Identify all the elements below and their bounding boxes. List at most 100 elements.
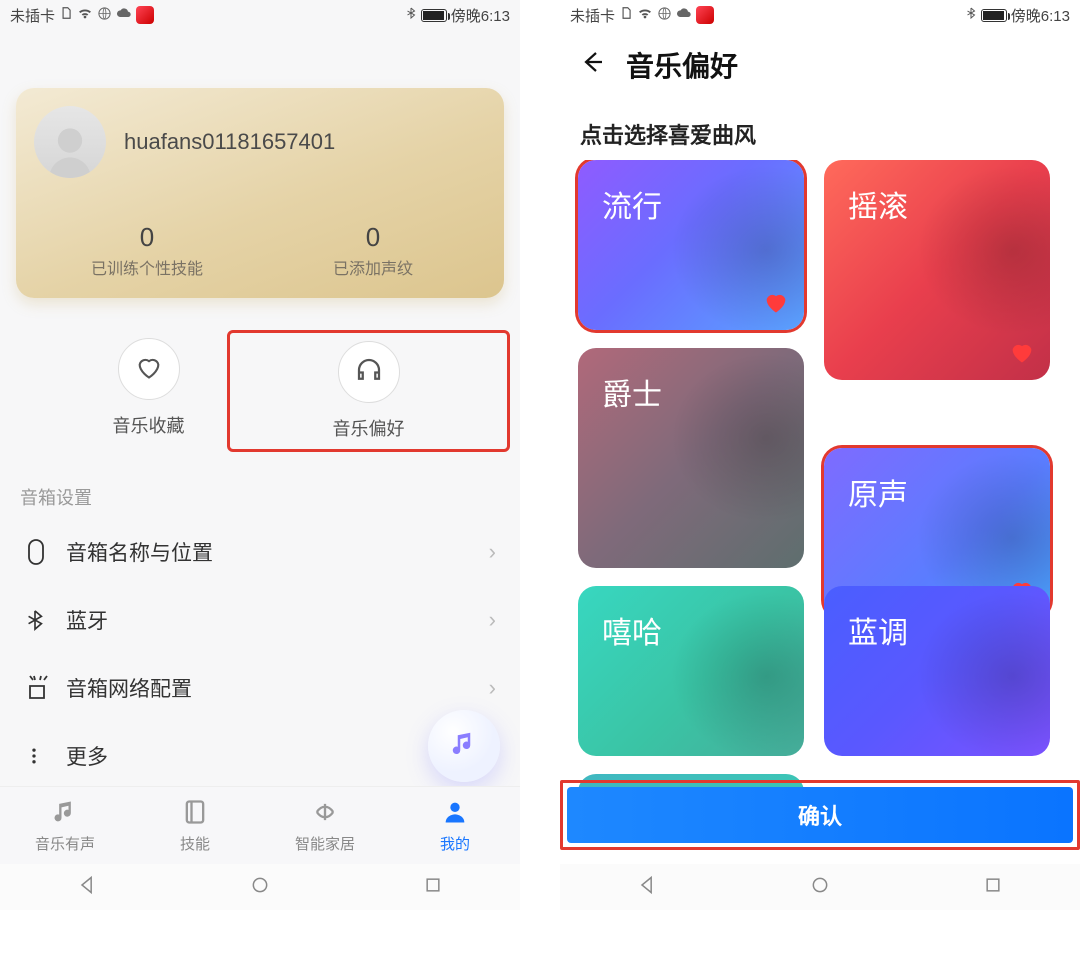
confirm-label: 确认 (798, 799, 842, 831)
chevron-right-icon: › (489, 675, 496, 701)
smart-home-icon (311, 798, 339, 830)
stat-label: 已添加声纹 (260, 255, 486, 279)
wifi-icon (77, 5, 93, 25)
book-icon (181, 798, 209, 830)
heart-filled-icon (762, 288, 790, 316)
genre-label: 原声 (848, 479, 908, 512)
cloud-icon (116, 5, 132, 25)
status-time-text: 傍晚6:13 (1011, 5, 1070, 26)
genre-grid: 流行 摇滚 爵士 原声 嘻哈 蓝调 (560, 160, 1080, 790)
username-text: huafans01181657401 (124, 129, 335, 155)
globe-icon (657, 6, 672, 25)
huawei-badge-icon (136, 6, 154, 24)
nav-home-icon[interactable] (810, 875, 830, 900)
tab-music[interactable]: 音乐有声 (0, 787, 130, 864)
confirm-button-highlight-frame: 确认 (560, 780, 1080, 850)
status-bar: 未插卡 傍晚6:13 (560, 0, 1080, 30)
genre-decoration (654, 348, 804, 538)
sim-icon (619, 6, 633, 24)
wifi-icon (637, 5, 653, 25)
round-action-label: 音乐收藏 (113, 412, 185, 438)
subtitle-text: 点击选择喜爱曲风 (560, 100, 1080, 160)
genre-label: 摇滚 (848, 191, 908, 224)
settings-label: 音箱网络配置 (66, 673, 192, 703)
settings-item-bluetooth[interactable]: 蓝牙 › (0, 586, 520, 654)
back-button[interactable] (580, 50, 604, 81)
tab-label: 技能 (180, 833, 210, 854)
genre-decoration (900, 160, 1050, 350)
globe-icon (97, 6, 112, 25)
page-title: 音乐偏好 (626, 45, 738, 85)
person-icon (441, 798, 469, 830)
profile-card[interactable]: huafans01181657401 0 已训练个性技能 0 已添加声纹 (16, 88, 504, 298)
stat-value: 0 (260, 222, 486, 253)
settings-item-name-location[interactable]: 音箱名称与位置 › (0, 518, 520, 586)
battery-icon (421, 9, 447, 22)
tab-smart-home[interactable]: 智能家居 (260, 787, 390, 864)
heart-filled-icon (1008, 338, 1036, 366)
music-note-icon (449, 729, 479, 764)
nav-back-icon[interactable] (637, 875, 657, 900)
heart-icon (135, 353, 163, 386)
settings-item-network[interactable]: 音箱网络配置 › (0, 654, 520, 722)
avatar[interactable] (34, 106, 106, 178)
tab-label: 智能家居 (295, 833, 355, 854)
nav-recent-icon[interactable] (423, 875, 443, 900)
cloud-icon (676, 5, 692, 25)
sim-status-text: 未插卡 (10, 5, 55, 26)
sim-status-text: 未插卡 (570, 5, 615, 26)
tab-label: 音乐有声 (35, 833, 95, 854)
router-icon (24, 674, 66, 702)
bluetooth-status-icon (965, 5, 977, 25)
bluetooth-status-icon (405, 5, 417, 25)
round-action-label: 音乐偏好 (333, 415, 405, 441)
stat-voiceprints[interactable]: 0 已添加声纹 (260, 202, 486, 298)
genre-decoration (900, 586, 1050, 756)
music-favorites-button[interactable]: 音乐收藏 (40, 338, 257, 444)
genre-label: 流行 (602, 191, 662, 224)
status-bar: 未插卡 傍晚6:13 (0, 0, 520, 30)
more-vertical-icon (24, 744, 66, 768)
settings-label: 蓝牙 (66, 605, 108, 635)
tab-skills[interactable]: 技能 (130, 787, 260, 864)
floating-music-button[interactable] (428, 710, 500, 782)
sim-icon (59, 6, 73, 24)
chevron-right-icon: › (489, 539, 496, 565)
music-icon (51, 798, 79, 830)
bottom-tab-bar: 音乐有声 技能 智能家居 我的 (0, 786, 520, 864)
tab-label: 我的 (440, 833, 470, 854)
genre-label: 嘻哈 (602, 617, 662, 650)
bluetooth-icon (24, 606, 66, 634)
nav-home-icon[interactable] (250, 875, 270, 900)
stat-trained-skills[interactable]: 0 已训练个性技能 (34, 202, 260, 298)
genre-tile-hiphop[interactable]: 嘻哈 (578, 586, 804, 756)
confirm-button[interactable]: 确认 (567, 787, 1073, 843)
nav-back-icon[interactable] (77, 875, 97, 900)
genre-tile-popular[interactable]: 流行 (578, 160, 804, 330)
speaker-icon (24, 537, 66, 567)
huawei-badge-icon (696, 6, 714, 24)
settings-label: 音箱名称与位置 (66, 537, 213, 567)
settings-section-title: 音箱设置 (20, 484, 520, 510)
stat-label: 已训练个性技能 (34, 255, 260, 279)
tab-mine[interactable]: 我的 (390, 787, 520, 864)
stat-value: 0 (34, 222, 260, 253)
genre-label: 爵士 (602, 379, 662, 412)
nav-recent-icon[interactable] (983, 875, 1003, 900)
chevron-right-icon: › (489, 607, 496, 633)
status-time-text: 傍晚6:13 (451, 5, 510, 26)
left-phone-profile-screen: 未插卡 傍晚6:13 (0, 0, 520, 910)
battery-icon (981, 9, 1007, 22)
headphones-icon (354, 355, 384, 390)
genre-decoration (654, 586, 804, 756)
genre-tile-blues[interactable]: 蓝调 (824, 586, 1050, 756)
music-preference-button[interactable]: 音乐偏好 (227, 330, 510, 452)
android-nav-bar (0, 864, 520, 910)
genre-tile-jazz[interactable]: 爵士 (578, 348, 804, 568)
genre-label: 蓝调 (848, 617, 908, 650)
header-bar: 音乐偏好 (560, 30, 1080, 100)
right-phone-music-preference-screen: 未插卡 傍晚6:13 音乐偏好 点击选择喜爱曲风 流行 (560, 0, 1080, 910)
android-nav-bar (560, 864, 1080, 910)
genre-tile-rock[interactable]: 摇滚 (824, 160, 1050, 380)
settings-label: 更多 (66, 741, 108, 771)
